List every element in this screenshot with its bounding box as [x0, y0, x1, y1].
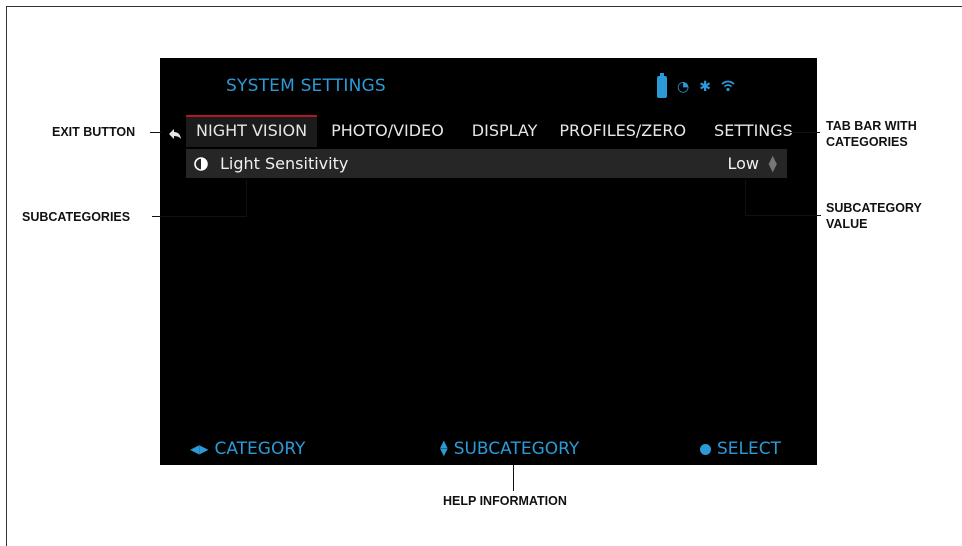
callout-subcategory-value: SUBCATEGORY VALUE — [826, 200, 922, 232]
subcategory-row-light-sensitivity[interactable]: Light Sensitivity Low ▲ ▼ — [186, 149, 787, 178]
callout-subcategory-value-line2: VALUE — [826, 217, 868, 231]
help-subcategory: ▲ ▼ SUBCATEGORY — [440, 439, 579, 459]
page-title: SYSTEM SETTINGS — [226, 76, 386, 96]
up-down-stepper-icon[interactable]: ▲ ▼ — [769, 154, 777, 173]
callout-help-vline — [513, 465, 514, 491]
subcategory-label: Light Sensitivity — [220, 154, 349, 173]
callout-subcategories-hline — [152, 216, 246, 217]
timer-icon: ◔ — [677, 79, 690, 95]
status-bar: ◔ ✱ — [657, 73, 735, 98]
callout-subcategories: SUBCATEGORIES — [22, 210, 131, 224]
subcategory-value: Low — [727, 154, 759, 173]
device-screen: SYSTEM SETTINGS ◔ ✱ NIGHT VISION PHOTO/V… — [160, 58, 817, 465]
help-category-label: CATEGORY — [214, 439, 306, 459]
bluetooth-icon: ✱ — [699, 79, 711, 95]
callout-subcategory-value-hline — [745, 215, 821, 216]
tab-settings[interactable]: SETTINGS — [704, 116, 803, 146]
battery-icon — [657, 73, 667, 98]
help-subcategory-label: SUBCATEGORY — [453, 439, 580, 459]
tab-night-vision[interactable]: NIGHT VISION — [186, 115, 318, 147]
callout-subcategory-value-line1: SUBCATEGORY — [826, 201, 922, 215]
callout-help-information: HELP INFORMATION — [443, 494, 567, 508]
left-right-arrows-icon: ◀▶ — [190, 442, 209, 456]
callout-tab-bar-line — [780, 132, 820, 133]
tab-bar: NIGHT VISION PHOTO/VIDEO DISPLAY PROFILE… — [186, 115, 803, 147]
help-select: SELECT — [700, 439, 781, 459]
tab-profiles-zero[interactable]: PROFILES/ZERO — [549, 116, 696, 146]
callout-tab-bar-line1: TAB BAR WITH — [826, 119, 917, 133]
callout-tab-bar: TAB BAR WITH CATEGORIES — [826, 118, 917, 150]
select-dot-icon — [700, 443, 711, 455]
tab-display[interactable]: DISPLAY — [462, 116, 548, 146]
callout-exit-line — [150, 132, 162, 133]
callout-exit-button: EXIT BUTTON — [52, 125, 136, 139]
tab-photo-video[interactable]: PHOTO/VIDEO — [321, 116, 454, 146]
help-select-label: SELECT — [717, 439, 781, 459]
callout-subcategory-value-vline — [745, 180, 746, 216]
help-category: ◀▶ CATEGORY — [190, 439, 305, 459]
brightness-icon — [194, 156, 208, 171]
callout-tab-bar-line2: CATEGORIES — [826, 135, 908, 149]
up-down-arrows-icon: ▲ ▼ — [440, 439, 448, 458]
wifi-icon — [721, 80, 735, 95]
callout-subcategories-vline — [246, 180, 247, 217]
exit-back-icon[interactable] — [168, 126, 182, 144]
